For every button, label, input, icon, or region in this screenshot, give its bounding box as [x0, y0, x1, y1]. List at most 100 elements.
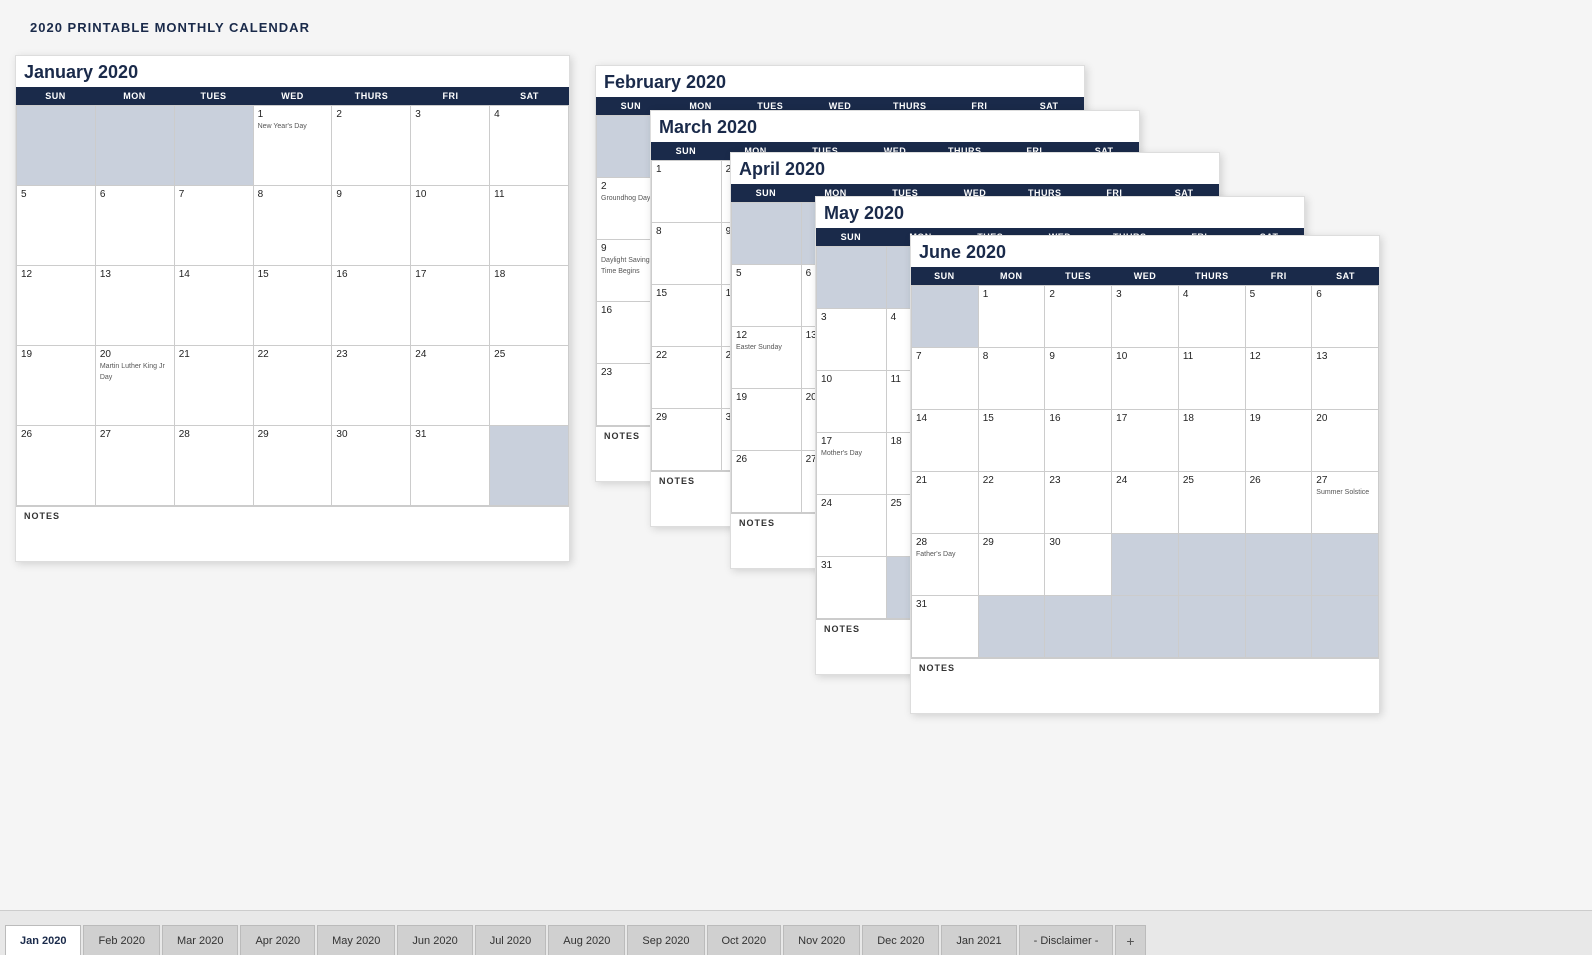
cal-cell — [912, 286, 979, 348]
cal-cell: 31 — [411, 426, 490, 506]
cal-cell: 12 — [17, 266, 96, 346]
cal-cell: 20Martin Luther King Jr Day — [96, 346, 175, 426]
cal-cell: 10 — [1112, 348, 1179, 410]
tab-dec-2020[interactable]: Dec 2020 — [862, 925, 939, 955]
january-header: SUN MON TUES WED THURS FRI SAT — [16, 87, 569, 105]
cal-cell: 15 — [979, 410, 1046, 472]
june-header: SUN MON TUES WED THURS FRI SAT — [911, 267, 1379, 285]
cal-cell: 9 — [1045, 348, 1112, 410]
cal-cell: 3 — [1112, 286, 1179, 348]
cal-cell — [1179, 596, 1246, 658]
cal-cell: 23 — [1045, 472, 1112, 534]
cal-cell: 29 — [979, 534, 1046, 596]
cal-cell: 24 — [817, 495, 887, 557]
cal-cell: 15 — [652, 285, 722, 347]
jan-sat: SAT — [490, 87, 569, 105]
cal-cell: 8 — [254, 186, 333, 266]
jan-thu: THURS — [332, 87, 411, 105]
cal-cell: 21 — [175, 346, 254, 426]
tab-may-2020[interactable]: May 2020 — [317, 925, 395, 955]
cal-cell: 22 — [979, 472, 1046, 534]
january-grid: 1New Year's Day 2 3 4 5 6 7 8 9 10 11 12… — [16, 105, 569, 506]
cal-cell: 17 — [411, 266, 490, 346]
january-title: January 2020 — [16, 56, 569, 87]
jan-sun: SUN — [16, 87, 95, 105]
cal-cell: 12 — [1246, 348, 1313, 410]
tab-apr-2020[interactable]: Apr 2020 — [240, 925, 315, 955]
tab-aug-2020[interactable]: Aug 2020 — [548, 925, 625, 955]
cal-cell: 26 — [17, 426, 96, 506]
cal-cell: 27Summer Solstice — [1312, 472, 1379, 534]
cal-cell: 12Easter Sunday — [732, 327, 802, 389]
cal-cell: 28 — [175, 426, 254, 506]
jan-mon: MON — [95, 87, 174, 105]
april-title: April 2020 — [731, 153, 1219, 184]
cal-cell — [490, 426, 569, 506]
cal-cell — [817, 247, 887, 309]
june-title: June 2020 — [911, 236, 1379, 267]
cal-cell: 24 — [1112, 472, 1179, 534]
cal-cell: 7 — [175, 186, 254, 266]
tab-jun-2020[interactable]: Jun 2020 — [397, 925, 472, 955]
cal-cell — [1045, 596, 1112, 658]
cal-cell: 21 — [912, 472, 979, 534]
cal-cell: 24 — [411, 346, 490, 426]
cal-cell: 10 — [817, 371, 887, 433]
jan-wed: WED — [253, 87, 332, 105]
may-title: May 2020 — [816, 197, 1304, 228]
cal-cell: 3 — [411, 106, 490, 186]
cal-cell: 1New Year's Day — [254, 106, 333, 186]
cal-cell: 27 — [96, 426, 175, 506]
cal-cell: 31 — [912, 596, 979, 658]
tab-disclaimer[interactable]: - Disclaimer - — [1019, 925, 1114, 955]
february-title: February 2020 — [596, 66, 1084, 97]
cal-cell: 22 — [254, 346, 333, 426]
cal-cell: 13 — [96, 266, 175, 346]
tab-jan-2020[interactable]: Jan 2020 — [5, 925, 81, 955]
cal-cell — [175, 106, 254, 186]
cal-cell: 9 — [332, 186, 411, 266]
cal-cell: 11 — [490, 186, 569, 266]
cal-cell: 6 — [96, 186, 175, 266]
tab-mar-2020[interactable]: Mar 2020 — [162, 925, 238, 955]
cal-cell: 28Father's Day — [912, 534, 979, 596]
tab-oct-2020[interactable]: Oct 2020 — [707, 925, 782, 955]
cal-cell: 26 — [732, 451, 802, 513]
tab-feb-2020[interactable]: Feb 2020 — [83, 925, 159, 955]
tab-sep-2020[interactable]: Sep 2020 — [627, 925, 704, 955]
cal-cell: 14 — [912, 410, 979, 472]
cal-cell: 8 — [979, 348, 1046, 410]
cal-cell: 10 — [411, 186, 490, 266]
cal-cell: 19 — [1246, 410, 1313, 472]
cal-cell: 2 — [332, 106, 411, 186]
cal-cell: 7 — [912, 348, 979, 410]
cal-cell: 11 — [1179, 348, 1246, 410]
cal-cell — [979, 596, 1046, 658]
january-notes: NOTES — [16, 506, 569, 561]
cal-cell — [732, 203, 802, 265]
tab-jan-2021[interactable]: Jan 2021 — [941, 925, 1016, 955]
march-title: March 2020 — [651, 111, 1139, 142]
cal-cell — [1312, 596, 1379, 658]
calendar-june: June 2020 SUN MON TUES WED THURS FRI SAT… — [910, 235, 1380, 714]
cal-cell: 15 — [254, 266, 333, 346]
cal-cell — [1179, 534, 1246, 596]
cal-cell: 30 — [332, 426, 411, 506]
cal-cell: 6 — [1312, 286, 1379, 348]
cal-cell: 3 — [817, 309, 887, 371]
cal-cell: 29 — [254, 426, 333, 506]
cal-cell: 20 — [1312, 410, 1379, 472]
cal-cell — [96, 106, 175, 186]
tab-jul-2020[interactable]: Jul 2020 — [475, 925, 547, 955]
cal-cell: 30 — [1045, 534, 1112, 596]
cal-cell: 25 — [1179, 472, 1246, 534]
tab-add-button[interactable]: + — [1115, 925, 1145, 955]
tab-nov-2020[interactable]: Nov 2020 — [783, 925, 860, 955]
cal-cell: 1 — [652, 161, 722, 223]
jan-fri: FRI — [411, 87, 490, 105]
cal-cell: 5 — [17, 186, 96, 266]
cal-cell: 26 — [1246, 472, 1313, 534]
cal-cell: 22 — [652, 347, 722, 409]
cal-cell — [1246, 596, 1313, 658]
cal-cell: 25 — [490, 346, 569, 426]
